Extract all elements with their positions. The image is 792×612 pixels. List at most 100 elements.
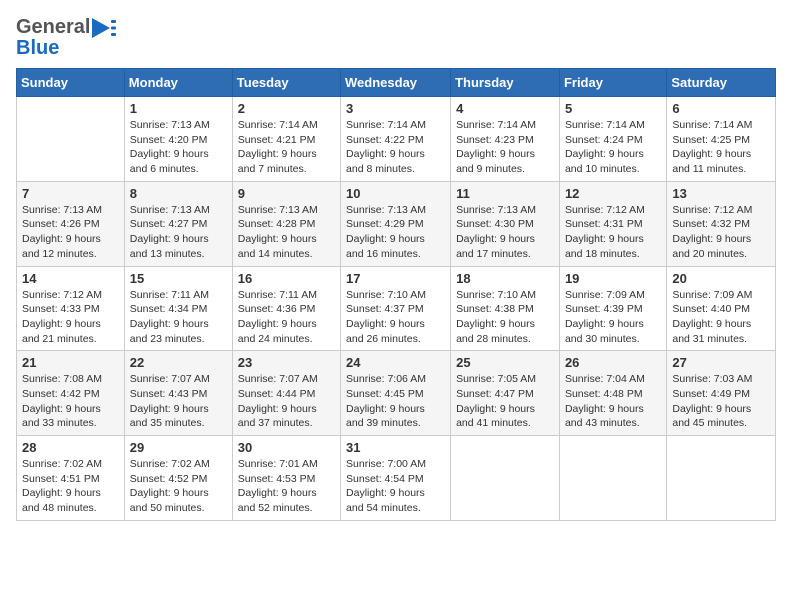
day-info: Sunrise: 7:11 AM Sunset: 4:36 PM Dayligh…	[238, 288, 335, 347]
day-info: Sunrise: 7:10 AM Sunset: 4:37 PM Dayligh…	[346, 288, 445, 347]
day-info: Sunrise: 7:12 AM Sunset: 4:32 PM Dayligh…	[672, 203, 770, 262]
day-number: 4	[456, 101, 554, 116]
day-info: Sunrise: 7:05 AM Sunset: 4:47 PM Dayligh…	[456, 372, 554, 431]
day-number: 21	[22, 355, 119, 370]
day-info: Sunrise: 7:03 AM Sunset: 4:49 PM Dayligh…	[672, 372, 770, 431]
day-info: Sunrise: 7:13 AM Sunset: 4:20 PM Dayligh…	[130, 118, 227, 177]
logo-text: General	[16, 16, 90, 39]
calendar-cell	[559, 436, 666, 521]
calendar-cell: 17 Sunrise: 7:10 AM Sunset: 4:37 PM Dayli…	[341, 266, 451, 351]
calendar-cell: 31Sunrise: 7:00 AM Sunset: 4:54 PM Dayli…	[341, 436, 451, 521]
day-info: Sunrise: 7:11 AM Sunset: 4:34 PM Dayligh…	[130, 288, 227, 347]
calendar-cell: 8 Sunrise: 7:13 AM Sunset: 4:27 PM Daylig…	[124, 181, 232, 266]
logo-icon	[92, 18, 116, 38]
day-number: 22	[130, 355, 227, 370]
day-info: Sunrise: 7:02 AM Sunset: 4:52 PM Dayligh…	[130, 457, 227, 516]
calendar-cell: 24 Sunrise: 7:06 AM Sunset: 4:45 PM Dayli…	[341, 351, 451, 436]
calendar-cell: 15 Sunrise: 7:11 AM Sunset: 4:34 PM Dayli…	[124, 266, 232, 351]
calendar-cell: 19 Sunrise: 7:09 AM Sunset: 4:39 PM Dayli…	[559, 266, 666, 351]
calendar-cell: 30 Sunrise: 7:01 AM Sunset: 4:53 PM Dayli…	[232, 436, 340, 521]
calendar-week-row: 14 Sunrise: 7:12 AM Sunset: 4:33 PM Dayli…	[17, 266, 776, 351]
day-info: Sunrise: 7:07 AM Sunset: 4:44 PM Dayligh…	[238, 372, 335, 431]
day-info: Sunrise: 7:00 AM Sunset: 4:54 PM Dayligh…	[346, 457, 445, 516]
day-number: 7	[22, 186, 119, 201]
day-info: Sunrise: 7:01 AM Sunset: 4:53 PM Dayligh…	[238, 457, 335, 516]
calendar-day-header: Tuesday	[232, 69, 340, 97]
calendar-cell: 5 Sunrise: 7:14 AM Sunset: 4:24 PM Daylig…	[559, 97, 666, 182]
calendar-cell: 2Sunrise: 7:14 AM Sunset: 4:21 PM Daylig…	[232, 97, 340, 182]
calendar-day-header: Thursday	[451, 69, 560, 97]
day-number: 28	[22, 440, 119, 455]
day-info: Sunrise: 7:13 AM Sunset: 4:28 PM Dayligh…	[238, 203, 335, 262]
calendar-cell	[451, 436, 560, 521]
day-number: 6	[672, 101, 770, 116]
day-info: Sunrise: 7:13 AM Sunset: 4:27 PM Dayligh…	[130, 203, 227, 262]
calendar-cell: 11Sunrise: 7:13 AM Sunset: 4:30 PM Dayli…	[451, 181, 560, 266]
calendar-day-header: Friday	[559, 69, 666, 97]
day-info: Sunrise: 7:08 AM Sunset: 4:42 PM Dayligh…	[22, 372, 119, 431]
day-number: 5	[565, 101, 661, 116]
calendar-day-header: Monday	[124, 69, 232, 97]
day-number: 18	[456, 271, 554, 286]
calendar-cell: 3 Sunrise: 7:14 AM Sunset: 4:22 PM Daylig…	[341, 97, 451, 182]
day-number: 12	[565, 186, 661, 201]
day-number: 17	[346, 271, 445, 286]
day-number: 14	[22, 271, 119, 286]
day-number: 1	[130, 101, 227, 116]
day-number: 9	[238, 186, 335, 201]
day-info: Sunrise: 7:04 AM Sunset: 4:48 PM Dayligh…	[565, 372, 661, 431]
calendar-cell: 22 Sunrise: 7:07 AM Sunset: 4:43 PM Dayli…	[124, 351, 232, 436]
day-info: Sunrise: 7:13 AM Sunset: 4:29 PM Dayligh…	[346, 203, 445, 262]
calendar-cell: 29Sunrise: 7:02 AM Sunset: 4:52 PM Dayli…	[124, 436, 232, 521]
calendar-cell: 1 Sunrise: 7:13 AM Sunset: 4:20 PM Daylig…	[124, 97, 232, 182]
day-number: 20	[672, 271, 770, 286]
calendar-week-row: 7 Sunrise: 7:13 AM Sunset: 4:26 PM Daylig…	[17, 181, 776, 266]
day-number: 13	[672, 186, 770, 201]
day-number: 8	[130, 186, 227, 201]
day-number: 2	[238, 101, 335, 116]
day-info: Sunrise: 7:02 AM Sunset: 4:51 PM Dayligh…	[22, 457, 119, 516]
calendar-cell: 12 Sunrise: 7:12 AM Sunset: 4:31 PM Dayli…	[559, 181, 666, 266]
day-info: Sunrise: 7:13 AM Sunset: 4:30 PM Dayligh…	[456, 203, 554, 262]
calendar-cell: 27Sunrise: 7:03 AM Sunset: 4:49 PM Dayli…	[667, 351, 776, 436]
calendar-cell: 23 Sunrise: 7:07 AM Sunset: 4:44 PM Dayli…	[232, 351, 340, 436]
day-number: 3	[346, 101, 445, 116]
day-info: Sunrise: 7:14 AM Sunset: 4:24 PM Dayligh…	[565, 118, 661, 177]
day-info: Sunrise: 7:12 AM Sunset: 4:31 PM Dayligh…	[565, 203, 661, 262]
day-info: Sunrise: 7:14 AM Sunset: 4:22 PM Dayligh…	[346, 118, 445, 177]
day-info: Sunrise: 7:14 AM Sunset: 4:25 PM Dayligh…	[672, 118, 770, 177]
calendar-week-row: 21 Sunrise: 7:08 AM Sunset: 4:42 PM Dayli…	[17, 351, 776, 436]
page-header: General Blue	[16, 16, 776, 60]
calendar-cell: 6 Sunrise: 7:14 AM Sunset: 4:25 PM Daylig…	[667, 97, 776, 182]
day-info: Sunrise: 7:13 AM Sunset: 4:26 PM Dayligh…	[22, 203, 119, 262]
day-info: Sunrise: 7:07 AM Sunset: 4:43 PM Dayligh…	[130, 372, 227, 431]
day-number: 15	[130, 271, 227, 286]
calendar-cell: 28 Sunrise: 7:02 AM Sunset: 4:51 PM Dayli…	[17, 436, 125, 521]
logo-blue-text: Blue	[16, 37, 59, 60]
calendar-cell	[17, 97, 125, 182]
calendar-header-row: SundayMondayTuesdayWednesdayThursdayFrid…	[17, 69, 776, 97]
calendar-table: SundayMondayTuesdayWednesdayThursdayFrid…	[16, 68, 776, 521]
calendar-cell: 14 Sunrise: 7:12 AM Sunset: 4:33 PM Dayli…	[17, 266, 125, 351]
day-info: Sunrise: 7:09 AM Sunset: 4:39 PM Dayligh…	[565, 288, 661, 347]
calendar-cell: 16Sunrise: 7:11 AM Sunset: 4:36 PM Dayli…	[232, 266, 340, 351]
calendar-cell: 25 Sunrise: 7:05 AM Sunset: 4:47 PM Dayli…	[451, 351, 560, 436]
day-number: 24	[346, 355, 445, 370]
day-number: 26	[565, 355, 661, 370]
day-number: 25	[456, 355, 554, 370]
day-info: Sunrise: 7:14 AM Sunset: 4:23 PM Dayligh…	[456, 118, 554, 177]
calendar-cell: 13 Sunrise: 7:12 AM Sunset: 4:32 PM Dayli…	[667, 181, 776, 266]
day-info: Sunrise: 7:06 AM Sunset: 4:45 PM Dayligh…	[346, 372, 445, 431]
calendar-cell: 20 Sunrise: 7:09 AM Sunset: 4:40 PM Dayli…	[667, 266, 776, 351]
calendar-cell: 4 Sunrise: 7:14 AM Sunset: 4:23 PM Daylig…	[451, 97, 560, 182]
day-number: 19	[565, 271, 661, 286]
day-info: Sunrise: 7:09 AM Sunset: 4:40 PM Dayligh…	[672, 288, 770, 347]
day-number: 30	[238, 440, 335, 455]
calendar-cell: 9 Sunrise: 7:13 AM Sunset: 4:28 PM Daylig…	[232, 181, 340, 266]
calendar-cell: 7 Sunrise: 7:13 AM Sunset: 4:26 PM Daylig…	[17, 181, 125, 266]
calendar-cell: 26 Sunrise: 7:04 AM Sunset: 4:48 PM Dayli…	[559, 351, 666, 436]
day-number: 23	[238, 355, 335, 370]
calendar-cell: 21 Sunrise: 7:08 AM Sunset: 4:42 PM Dayli…	[17, 351, 125, 436]
calendar-day-header: Saturday	[667, 69, 776, 97]
day-info: Sunrise: 7:12 AM Sunset: 4:33 PM Dayligh…	[22, 288, 119, 347]
